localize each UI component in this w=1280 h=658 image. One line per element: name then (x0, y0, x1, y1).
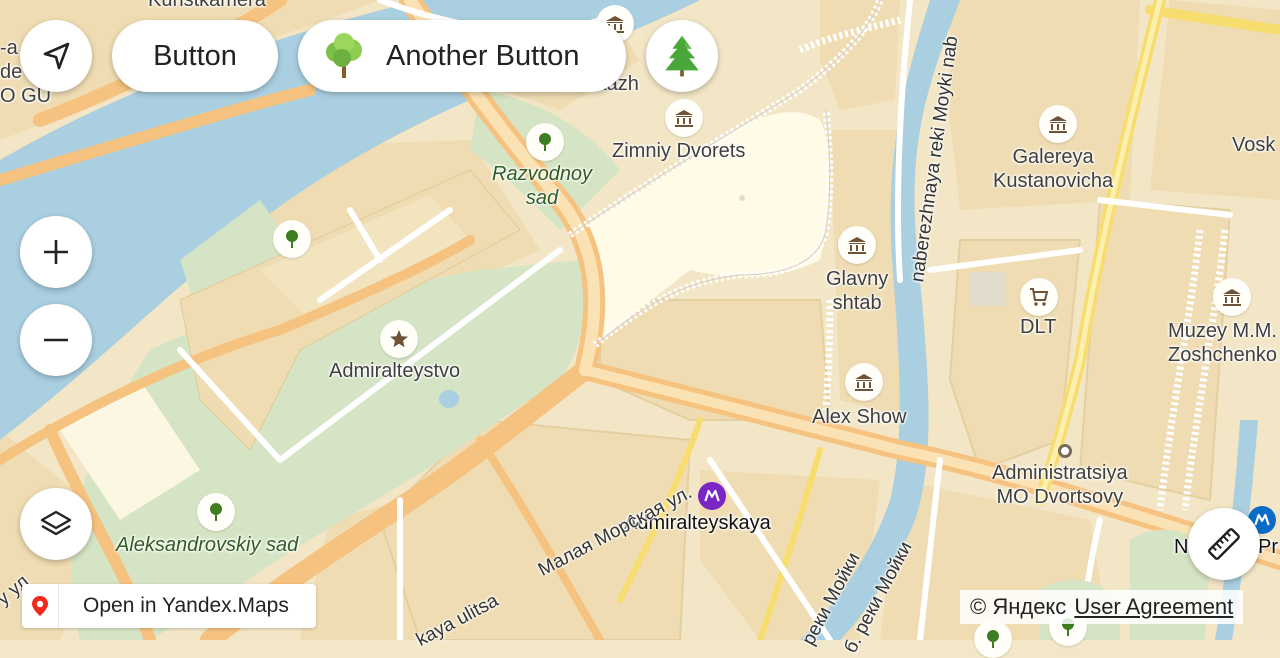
map-label-razvodnoy-sad: Razvodnoy sad (492, 163, 593, 209)
copyright-bar: © Яндекс User Agreement (960, 590, 1244, 624)
navigation-arrow-icon (43, 42, 70, 70)
map-label-nevsky: N (1174, 536, 1189, 558)
museum-icon[interactable] (1039, 105, 1077, 143)
ruler-icon (1208, 528, 1240, 560)
button-label: Button (153, 39, 237, 72)
map-label-dlt: DLT (1020, 316, 1057, 338)
map-label-aleksandrovskiy-sad: Aleksandrovskiy sad (116, 534, 299, 556)
another-button-label: Another Button (386, 39, 580, 72)
button[interactable]: Button (112, 20, 278, 92)
copyright-text: © Яндекс (970, 594, 1067, 619)
map-label-glavny-shtab: Glavny shtab (826, 268, 889, 314)
tree-icon (318, 30, 370, 82)
locate-me-button[interactable] (20, 20, 92, 92)
layers-icon (40, 510, 72, 536)
map-label-vosk: Vosk (1232, 134, 1276, 156)
plus-icon (44, 240, 68, 264)
museum-icon[interactable] (838, 226, 876, 264)
museum-icon[interactable] (1213, 278, 1251, 316)
user-agreement-link[interactable]: User Agreement (1074, 594, 1233, 620)
map-label-admiralteystvo: Admiralteystvo (329, 360, 461, 382)
layers-button[interactable] (20, 488, 92, 560)
landmark-star-icon[interactable] (380, 320, 418, 358)
museum-icon[interactable] (845, 363, 883, 401)
map-label-nevsky-pr: Pr (1258, 536, 1278, 558)
museum-icon[interactable] (665, 99, 703, 137)
ruler-button[interactable] (1188, 508, 1260, 580)
map-label-alex-show: Alex Show (812, 406, 907, 428)
tree-icon[interactable] (273, 220, 311, 258)
zoom-out-button[interactable] (20, 304, 92, 376)
map-label-zimniy-dvorets: Zimniy Dvorets (612, 140, 746, 162)
map-pin-icon (22, 584, 59, 628)
map-label-muzey-zoshchenko: Muzey M.M. Zoshchenko (1168, 320, 1277, 366)
tree-icon[interactable] (197, 493, 235, 531)
map-label-fragment: -a (0, 37, 18, 59)
map-label-kunstkamera: Kunstkamera (148, 0, 266, 11)
shopping-cart-icon[interactable] (1020, 278, 1058, 316)
open-in-label: Open in Yandex.Maps (83, 594, 289, 617)
map-label-fragment: de (0, 61, 23, 83)
map-label-administratsiya: Administratsiya MO Dvortsovy (992, 462, 1128, 508)
another-button[interactable]: Another Button (298, 20, 626, 92)
open-in-yandex-maps-button[interactable]: Open in Yandex.Maps (22, 584, 316, 628)
zoom-in-button[interactable] (20, 216, 92, 288)
metro-icon[interactable] (698, 482, 726, 510)
fir-tree-icon (665, 35, 699, 77)
office-dot-icon[interactable] (1058, 444, 1072, 458)
map-label-galereya: Galereya Kustanovicha (993, 146, 1114, 192)
fir-tree-button[interactable] (646, 20, 718, 92)
minus-icon (44, 338, 68, 342)
tree-icon[interactable] (526, 123, 564, 161)
tree-icon[interactable] (974, 620, 1012, 658)
